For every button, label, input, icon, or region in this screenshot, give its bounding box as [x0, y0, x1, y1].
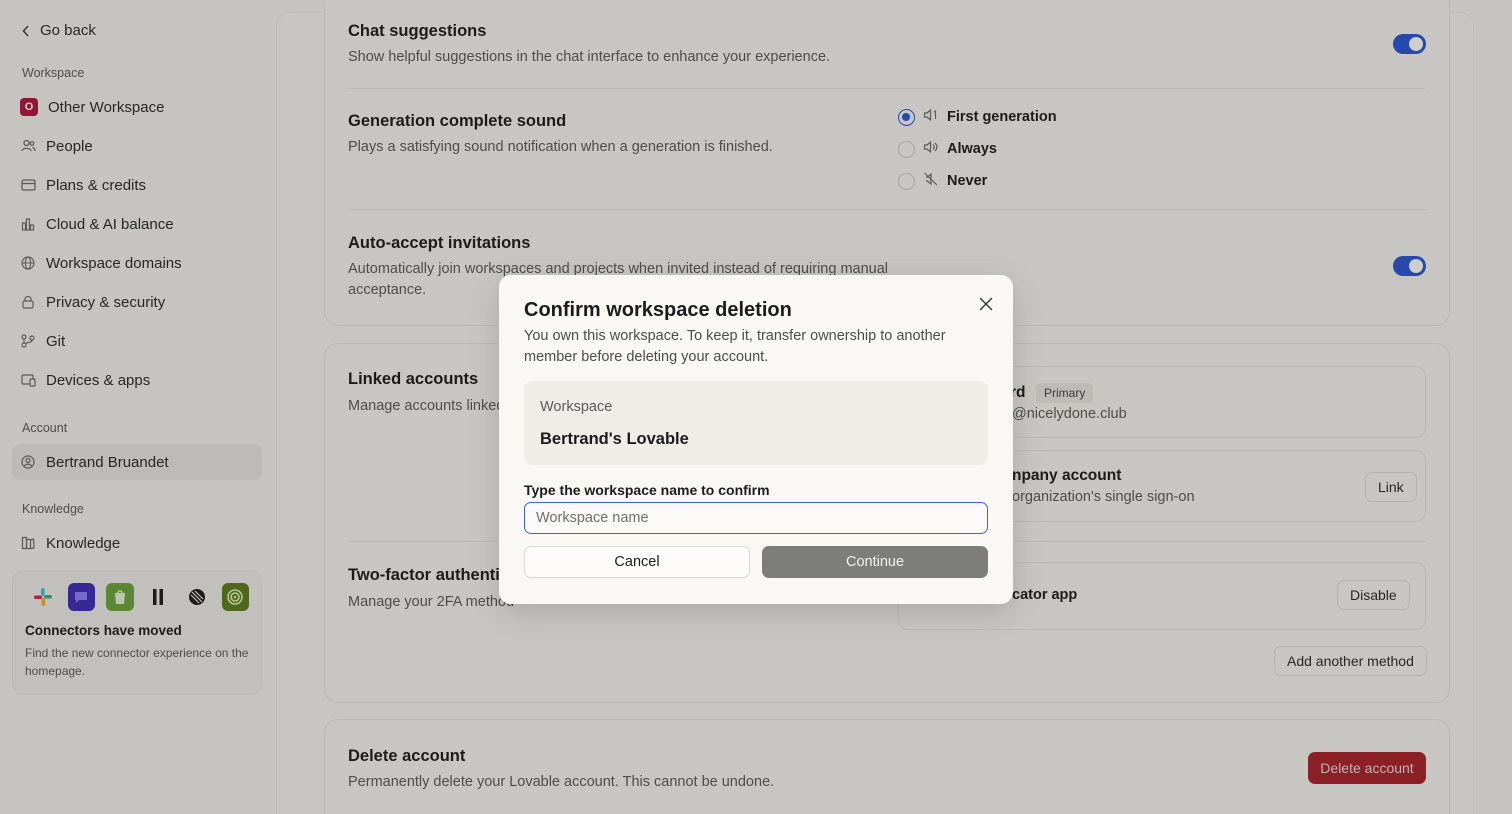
confirm-deletion-dialog: Confirm workspace deletion You own this … [499, 275, 1013, 604]
confirm-field-label: Type the workspace name to confirm [524, 482, 770, 498]
workspace-name-input[interactable] [524, 502, 988, 534]
dialog-title: Confirm workspace deletion [524, 299, 792, 321]
dialog-description: You own this workspace. To keep it, tran… [524, 328, 946, 365]
close-icon[interactable] [977, 295, 995, 313]
continue-button[interactable]: Continue [762, 546, 988, 578]
workspace-info-box: Workspace Bertrand's Lovable [524, 381, 988, 465]
cancel-button[interactable]: Cancel [524, 546, 750, 578]
workspace-label: Workspace [540, 399, 613, 415]
workspace-name: Bertrand's Lovable [540, 430, 689, 448]
